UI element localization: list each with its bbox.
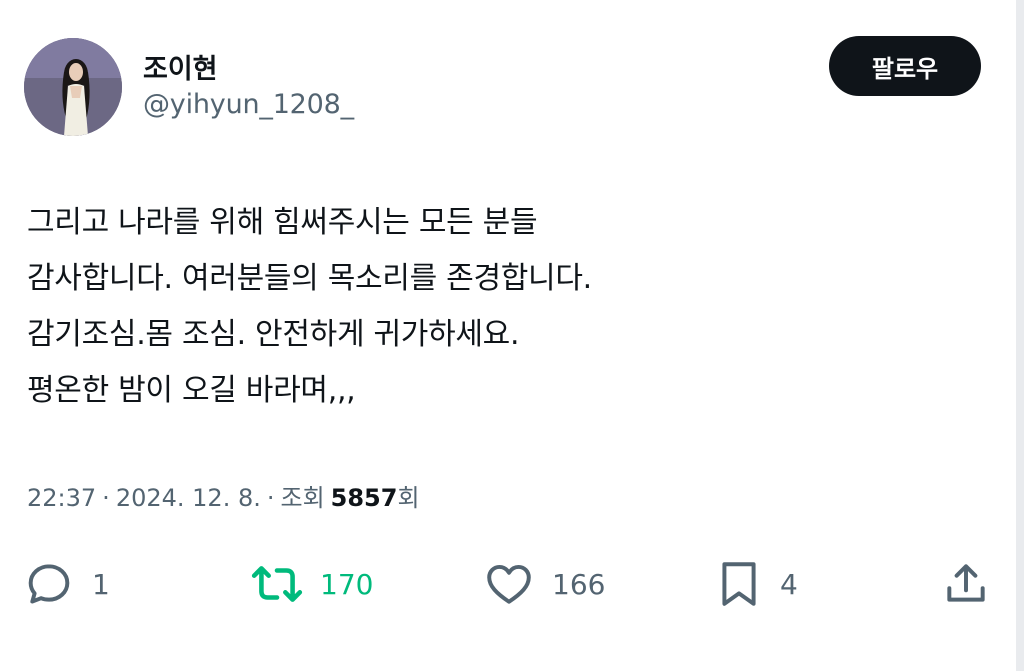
views-label: 조회 [280, 484, 325, 512]
tweet-line: 그리고 나라를 위해 힘써주시는 모든 분들 [27, 205, 538, 240]
bookmark-count: 4 [780, 567, 798, 601]
action-bar: 1 170 166 4 [0, 550, 1016, 620]
bookmark-icon [722, 562, 756, 606]
bookmark-button[interactable]: 4 [716, 558, 798, 610]
meta-separator: · [266, 484, 275, 512]
retweet-icon [251, 566, 303, 602]
reply-count: 1 [92, 567, 110, 601]
views-suffix: 회 [397, 484, 420, 512]
share-button[interactable] [941, 558, 991, 610]
tweet-date[interactable]: 2024. 12. 8. [116, 484, 261, 512]
avatar-image [24, 38, 122, 136]
retweet-button[interactable]: 170 [250, 558, 373, 610]
tweet-meta: 22:37 · 2024. 12. 8. · 조회 5857 회 [27, 478, 420, 513]
right-edge-divider [1016, 0, 1024, 671]
display-name[interactable]: 조이현 [143, 47, 218, 86]
tweet-text: 그리고 나라를 위해 힘써주시는 모든 분들 감사합니다. 여러분들의 목소리를… [27, 195, 927, 419]
meta-separator: · [102, 484, 110, 512]
tweet-line: 감기조심.몸 조심. 안전하게 귀가하세요. [27, 317, 520, 352]
tweet-line: 평온한 밤이 오길 바라며,,, [27, 373, 356, 408]
views-count: 5857 [330, 484, 398, 512]
avatar[interactable] [24, 38, 122, 136]
tweet-time[interactable]: 22:37 [27, 484, 96, 512]
tweet-card: 조이현 @yihyun_1208_ 팔로우 그리고 나라를 위해 힘써주시는 모… [0, 0, 1024, 671]
reply-icon [28, 564, 70, 604]
retweet-count: 170 [320, 567, 374, 601]
reply-button[interactable]: 1 [24, 558, 110, 610]
like-button[interactable]: 166 [484, 558, 605, 610]
user-handle[interactable]: @yihyun_1208_ [143, 89, 354, 120]
tweet-line: 감사합니다. 여러분들의 목소리를 존경합니다. [27, 261, 592, 296]
like-count: 166 [552, 567, 606, 601]
share-icon [947, 564, 985, 602]
heart-icon [487, 564, 531, 604]
follow-button[interactable]: 팔로우 [829, 36, 981, 96]
